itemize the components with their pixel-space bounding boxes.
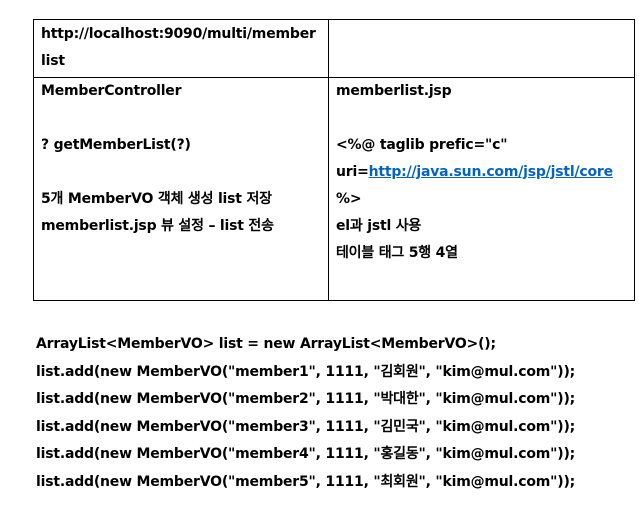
code-line: list.add(new MemberVO("member4", 1111, "… (36, 446, 576, 462)
taglib-uri: uri=http://java.sun.com/jsp/jstl/core (336, 159, 634, 186)
code-block: ArrayList<MemberVO> list = new ArrayList… (36, 331, 575, 496)
code-line: ArrayList<MemberVO> list = new ArrayList… (36, 336, 496, 352)
uri-prefix: uri= (336, 164, 369, 180)
jsp-cell: memberlist.jsp <%@ taglib prefic="c" uri… (328, 77, 635, 301)
code-line: list.add(new MemberVO("member2", 1111, "… (36, 391, 576, 407)
controller-cell: MemberController ? getMemberList(?) 5개 M… (33, 77, 329, 301)
spec-table: http://localhost:9090/multi/member list … (33, 19, 635, 301)
jsp-heading: memberlist.jsp (336, 83, 452, 99)
jstl-uri-link[interactable]: http://java.sun.com/jsp/jstl/core (369, 164, 613, 180)
directive-close: %> (336, 191, 362, 207)
url-text: http://localhost:9090/multi/member (41, 26, 316, 42)
code-line: list.add(new MemberVO("member1", 1111, "… (36, 363, 576, 380)
url-row: http://localhost:9090/multi/member list (33, 19, 635, 78)
controller-desc-2: memberlist.jsp 뷰 설정 – list 전송 (41, 218, 274, 234)
empty-cell (328, 19, 635, 78)
jsp-note-1: el과 jstl 사용 (336, 218, 422, 234)
code-line: list.add(new MemberVO("member5", 1111, "… (36, 473, 576, 490)
method-signature: ? getMemberList(?) (41, 137, 191, 153)
code-line: list.add(new MemberVO("member3", 1111, "… (36, 418, 576, 435)
taglib-directive: <%@ taglib prefic="c" (336, 137, 508, 153)
controller-heading: MemberController (41, 83, 182, 99)
url-text-wrap: list (41, 53, 65, 69)
detail-row: MemberController ? getMemberList(?) 5개 M… (33, 77, 635, 301)
url-cell: http://localhost:9090/multi/member list (33, 19, 329, 78)
jsp-note-2: 테이블 태그 5행 4열 (336, 245, 458, 261)
controller-desc-1: 5개 MemberVO 객체 생성 list 저장 (41, 191, 272, 207)
